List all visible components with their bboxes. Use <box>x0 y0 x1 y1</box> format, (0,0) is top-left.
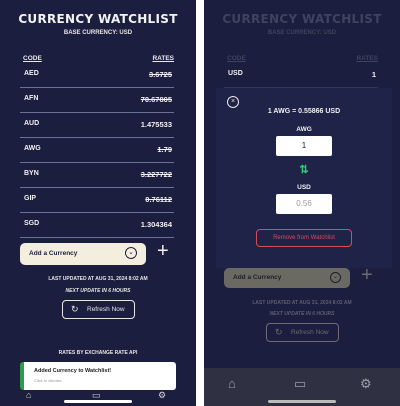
currency-row-awg[interactable]: AWG 1.79 <box>20 138 174 163</box>
currency-rate: 3.227722 <box>140 170 172 179</box>
next-update-text: NEXT UPDATE IN 6 HOURS <box>65 288 131 294</box>
refresh-now-label: Refresh Now <box>291 329 329 336</box>
refresh-now-label: Refresh Now <box>87 306 125 313</box>
home-indicator <box>268 400 336 403</box>
currency-rate: 70.67805 <box>140 95 172 104</box>
currency-rate: 3.6725 <box>149 70 172 79</box>
from-currency-label: AWG <box>296 126 312 133</box>
tab-bar: ⌂ ▭ ⚙ <box>0 388 196 406</box>
code-column-header: CODE <box>23 55 42 62</box>
rates-column-header: RATES <box>152 55 174 62</box>
add-currency-button[interactable]: + <box>361 265 373 285</box>
wallet-icon[interactable]: ▭ <box>294 376 306 392</box>
toast-dismiss-hint: Click to dismiss <box>34 378 62 383</box>
conversion-rate-text: 1 AWG = 0.55866 USD <box>267 108 341 115</box>
currency-code: USD <box>228 70 243 77</box>
refresh-icon: ↻ <box>275 327 283 337</box>
last-updated-text: LAST UPDATED AT AUG 31, 2024 8:02 AM <box>48 276 148 282</box>
currency-row-aud[interactable]: AUD 1.475533 <box>20 113 174 138</box>
currency-row-usd[interactable]: USD 1 <box>224 63 378 88</box>
settings-icon[interactable]: ⚙ <box>360 376 372 392</box>
swap-icon[interactable]: ⇅ <box>216 163 392 176</box>
success-toast[interactable]: Added Currency to Watchlist! Click to di… <box>20 362 176 390</box>
currency-code: GIP <box>24 195 37 202</box>
currency-detail-screen: CURRENCY WATCHLIST BASE CURRENCY: USD CO… <box>204 0 400 406</box>
currency-code: AUD <box>24 120 40 127</box>
next-update-text: NEXT UPDATE IN 6 HOURS <box>269 311 335 317</box>
add-currency-dropdown[interactable]: Add a Currency ⌄ <box>20 243 146 265</box>
currency-rate: 0.76112 <box>145 195 172 204</box>
page-title: CURRENCY WATCHLIST <box>222 12 382 26</box>
rates-source-text: RATES BY EXCHANGE RATE API <box>58 350 138 356</box>
rates-column-header: RATES <box>356 55 378 62</box>
currency-code: SGD <box>24 220 40 227</box>
currency-detail-modal: × 1 AWG = 0.55866 USD AWG 1 ⇅ USD 0.56 R… <box>216 88 392 268</box>
currency-rate: 1.304364 <box>140 220 172 229</box>
to-amount-field[interactable]: 0.56 <box>276 194 332 214</box>
currency-code: AWG <box>24 145 41 152</box>
home-indicator <box>64 400 132 403</box>
currency-rate: 1.79 <box>157 145 172 154</box>
refresh-icon: ↻ <box>71 304 79 314</box>
home-icon[interactable]: ⌂ <box>228 376 236 391</box>
add-currency-button[interactable]: + <box>157 241 169 261</box>
currency-row-afn[interactable]: AFN 70.67805 <box>20 88 174 113</box>
code-column-header: CODE <box>227 55 246 62</box>
currency-code: AED <box>24 70 39 77</box>
currency-code: BYN <box>24 170 39 177</box>
to-currency-label: USD <box>297 184 311 191</box>
watchlist-screen: CURRENCY WATCHLIST BASE CURRENCY: USD CO… <box>0 0 196 406</box>
base-currency-label: BASE CURRENCY: USD <box>63 30 133 36</box>
currency-rate: 1.475533 <box>140 120 172 129</box>
chevron-down-icon: ⌄ <box>330 272 341 283</box>
close-icon[interactable]: × <box>227 96 239 108</box>
from-amount-input[interactable]: 1 <box>276 136 332 156</box>
settings-icon[interactable]: ⚙ <box>158 390 166 401</box>
chevron-down-icon: ⌄ <box>125 247 137 259</box>
currency-row-sgd[interactable]: SGD 1.304364 <box>20 213 174 238</box>
currency-rate: 1 <box>371 70 376 79</box>
add-currency-dropdown[interactable]: Add a Currency ⌄ <box>224 268 350 288</box>
tab-bar: ⌂ ▭ ⚙ <box>204 368 400 406</box>
page-title: CURRENCY WATCHLIST <box>18 12 178 26</box>
refresh-now-button[interactable]: ↻ Refresh Now <box>266 323 339 342</box>
remove-from-watchlist-button[interactable]: Remove from Watchlist <box>256 229 352 247</box>
currency-code: AFN <box>24 95 39 102</box>
last-updated-text: LAST UPDATED AT AUG 31, 2024 8:02 AM <box>252 300 352 306</box>
currency-row-aed[interactable]: AED 3.6725 <box>20 63 174 88</box>
refresh-now-button[interactable]: ↻ Refresh Now <box>62 300 135 319</box>
add-currency-label: Add a Currency <box>29 250 78 257</box>
toast-message: Added Currency to Watchlist! <box>34 368 112 374</box>
currency-row-gip[interactable]: GIP 0.76112 <box>20 188 174 213</box>
home-icon[interactable]: ⌂ <box>26 390 31 400</box>
currency-row-byn[interactable]: BYN 3.227722 <box>20 163 174 188</box>
base-currency-label: BASE CURRENCY: USD <box>267 30 337 36</box>
add-currency-label: Add a Currency <box>233 274 282 281</box>
